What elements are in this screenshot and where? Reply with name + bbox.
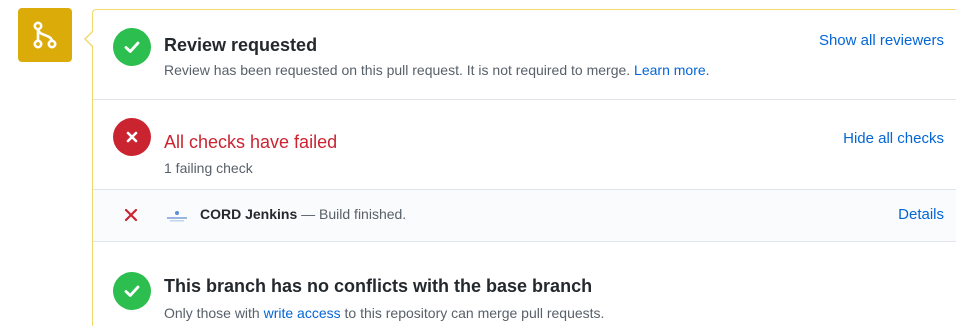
learn-more-link[interactable]: Learn more. — [634, 62, 709, 78]
check-circle-icon — [113, 28, 151, 66]
hide-all-checks-link[interactable]: Hide all checks — [843, 130, 944, 147]
x-circle-icon — [113, 118, 151, 156]
review-section: Review requested Review has been request… — [93, 10, 956, 100]
branch-description: Only those with write access to this rep… — [164, 305, 604, 321]
check-separator: — — [297, 206, 320, 222]
check-circle-icon — [113, 272, 151, 310]
git-pull-request-icon-svg — [33, 21, 57, 49]
branch-desc-prefix: Only those with — [164, 305, 264, 321]
branch-section: This branch has no conflicts with the ba… — [93, 242, 956, 326]
show-all-reviewers-link[interactable]: Show all reviewers — [819, 32, 944, 49]
merge-status-box: Review requested Review has been request… — [84, 9, 956, 326]
write-access-link[interactable]: write access — [264, 305, 341, 321]
review-description-text: Review has been requested on this pull r… — [164, 62, 631, 78]
check-item-text: CORD Jenkins — Build finished. — [200, 206, 406, 222]
git-pull-request-icon — [18, 8, 72, 62]
jenkins-logo-icon — [167, 211, 187, 222]
checks-summary: 1 failing check — [164, 160, 253, 176]
branch-title: This branch has no conflicts with the ba… — [164, 276, 593, 296]
x-icon — [124, 208, 138, 222]
check-context: CORD Jenkins — [200, 206, 298, 222]
check-details-link[interactable]: Details — [898, 206, 944, 223]
checks-section: All checks have failed 1 failing check H… — [93, 100, 956, 190]
review-description: Review has been requested on this pull r… — [164, 62, 710, 78]
checks-title: All checks have failed — [164, 132, 338, 152]
merge-panel: Review requested Review has been request… — [0, 0, 956, 326]
check-description: Build finished. — [319, 206, 407, 222]
branch-desc-suffix: to this repository can merge pull reques… — [340, 305, 605, 321]
check-item-row: CORD Jenkins — Build finished. Details — [93, 190, 956, 242]
review-title: Review requested — [164, 35, 318, 55]
